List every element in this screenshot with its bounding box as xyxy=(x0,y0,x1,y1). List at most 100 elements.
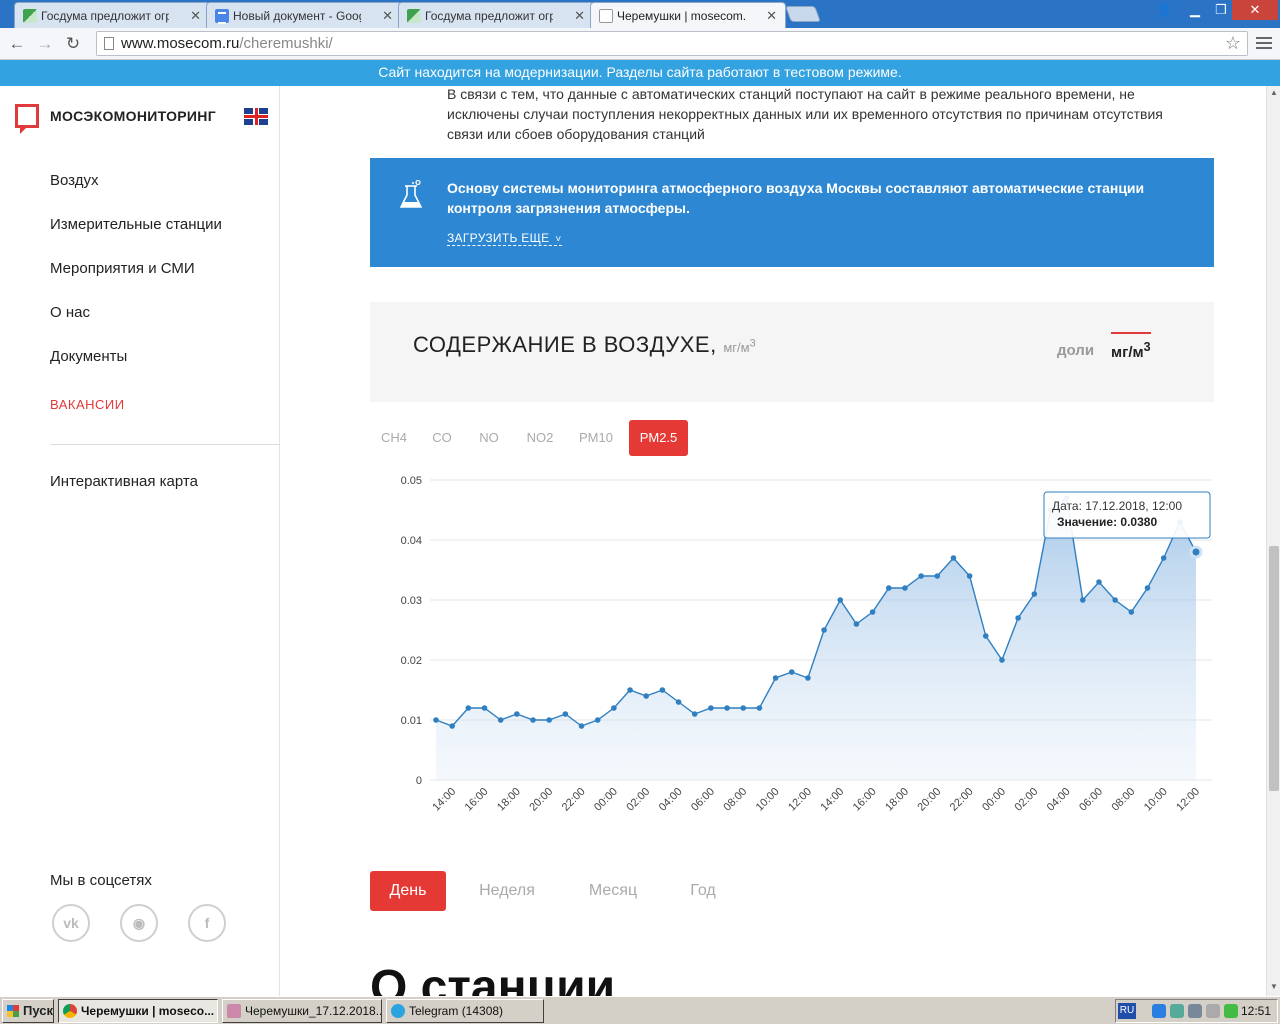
minimize-icon[interactable]: ▁ xyxy=(1182,0,1208,20)
x-tick-label: 06:00 xyxy=(689,786,717,814)
sidebar-item-vacancies[interactable]: ВАКАНСИИ xyxy=(50,397,125,412)
telegram-icon xyxy=(391,1004,405,1018)
x-tick-label: 04:00 xyxy=(1045,786,1073,814)
sync-icon[interactable] xyxy=(1188,1004,1202,1018)
data-point xyxy=(1189,545,1203,559)
unit-switch-mg[interactable]: мг/м3 xyxy=(1111,332,1151,361)
close-icon[interactable]: ✕ xyxy=(574,8,585,24)
data-point xyxy=(1112,597,1118,603)
y-tick-label: 0.04 xyxy=(401,535,422,547)
station-heading: О станции xyxy=(370,961,616,996)
tab-no[interactable]: NO xyxy=(469,420,509,456)
sidebar-item-events[interactable]: Мероприятия и СМИ xyxy=(50,260,195,277)
tab-pm10[interactable]: PM10 xyxy=(569,420,623,456)
tab-pm25[interactable]: PM2.5 xyxy=(629,420,688,456)
data-point xyxy=(934,573,941,579)
site-favicon-icon xyxy=(407,9,421,23)
taskbar-item-label: Черемушки | mosecо... xyxy=(81,1004,215,1018)
network-icon[interactable] xyxy=(1170,1004,1184,1018)
scroll-thumb[interactable] xyxy=(1269,546,1279,791)
period-day-button[interactable]: День xyxy=(370,871,446,911)
load-more-link[interactable]: ЗАГРУЗИТЬ ЕЩЕ ˅ xyxy=(447,231,562,246)
page-scrollbar[interactable]: ▲ ▼ xyxy=(1266,86,1280,996)
y-tick-label: 0.03 xyxy=(401,595,422,607)
volume-icon[interactable] xyxy=(1206,1004,1220,1018)
browser-tab-4[interactable]: Черемушки | mosecom.ru ✕ xyxy=(590,2,786,28)
sidebar-item-map[interactable]: Интерактивная карта xyxy=(50,473,198,490)
data-point xyxy=(1015,615,1021,621)
data-point xyxy=(837,597,844,603)
data-point xyxy=(643,693,650,699)
bookmark-star-icon[interactable]: ☆ xyxy=(1225,32,1241,55)
facebook-icon[interactable]: f xyxy=(188,904,226,942)
taskbar-item-telegram[interactable]: Telegram (14308) xyxy=(386,999,544,1023)
data-point xyxy=(514,711,520,717)
browser-tab-3[interactable]: Госдума предложит огран ✕ xyxy=(398,2,594,28)
vk-icon[interactable]: vk xyxy=(52,904,90,942)
browser-tab-2[interactable]: Новый документ - Google Д ✕ xyxy=(206,2,402,28)
reload-icon[interactable]: ↻ xyxy=(62,34,84,54)
utility-tray-icon[interactable] xyxy=(1224,1004,1238,1018)
close-icon[interactable]: ✕ xyxy=(766,8,777,24)
mosecom-logo-icon[interactable] xyxy=(15,104,39,134)
tab-no2[interactable]: NO2 xyxy=(518,420,562,456)
data-point xyxy=(756,705,763,711)
chrome-icon xyxy=(63,1004,77,1018)
period-year-button[interactable]: Год xyxy=(680,871,726,911)
data-point xyxy=(724,705,730,711)
new-tab-button[interactable] xyxy=(785,6,821,22)
language-indicator[interactable]: RU xyxy=(1118,1003,1136,1019)
data-point xyxy=(885,585,892,591)
taskbar-item-chrome[interactable]: Черемушки | mosecо... xyxy=(58,999,218,1023)
browser-tab-1[interactable]: Госдума предложит огран ✕ xyxy=(14,2,210,28)
data-point xyxy=(821,627,827,633)
x-tick-label: 10:00 xyxy=(754,786,782,814)
start-button[interactable]: Пуск xyxy=(2,999,54,1023)
data-point xyxy=(869,609,876,615)
restore-icon[interactable]: ❐ xyxy=(1208,0,1234,20)
tab-co[interactable]: CO xyxy=(423,420,461,456)
close-icon[interactable]: ✕ xyxy=(382,8,393,24)
logo-text[interactable]: МОСЭКОМОНИТОРИНГ xyxy=(50,108,216,124)
data-point xyxy=(562,711,569,717)
data-point xyxy=(611,705,617,711)
load-more-label: ЗАГРУЗИТЬ ЕЩЕ xyxy=(447,231,550,245)
forward-icon[interactable]: → xyxy=(34,34,56,54)
x-tick-label: 04:00 xyxy=(657,786,685,814)
tab-title: Госдума предложит огран xyxy=(425,8,553,23)
browser-toolbar: ← → ↻ www.mosecom.ru/cheremushki/ ☆ xyxy=(0,28,1280,60)
tab-title: Госдума предложит огран xyxy=(41,8,169,23)
data-point xyxy=(853,621,860,627)
uk-flag-icon[interactable] xyxy=(244,108,268,125)
x-tick-label: 18:00 xyxy=(883,786,911,814)
chrome-tray-icon[interactable] xyxy=(1152,1004,1166,1018)
social-title: Мы в соцсетях xyxy=(50,872,152,889)
data-point xyxy=(999,657,1005,663)
browser-menu-icon[interactable] xyxy=(1256,34,1272,52)
period-week-button[interactable]: Неделя xyxy=(466,871,548,911)
data-point xyxy=(530,717,536,723)
back-icon[interactable]: ← xyxy=(6,34,28,54)
tab-ch4[interactable]: CH4 xyxy=(372,420,416,456)
scroll-down-icon[interactable]: ▼ xyxy=(1267,980,1280,994)
taskbar-item-image[interactable]: Черемушки_17.12.2018... xyxy=(222,999,382,1023)
data-point xyxy=(966,573,973,579)
address-bar[interactable]: www.mosecom.ru/cheremushki/ ☆ xyxy=(96,31,1248,56)
x-tick-label: 14:00 xyxy=(430,786,458,814)
period-month-button[interactable]: Месяц xyxy=(578,871,648,911)
sidebar-item-documents[interactable]: Документы xyxy=(50,348,127,365)
sidebar-item-stations[interactable]: Измерительные станции xyxy=(50,216,222,233)
odnoklassniki-icon[interactable]: ◉ xyxy=(120,904,158,942)
scroll-up-icon[interactable]: ▲ xyxy=(1267,86,1280,100)
sidebar-item-air[interactable]: Воздух xyxy=(50,172,98,189)
window-close-icon[interactable]: ✕ xyxy=(1232,0,1278,20)
unit-switch-shares[interactable]: доли xyxy=(1057,342,1094,359)
sidebar-item-about[interactable]: О нас xyxy=(50,304,90,321)
data-point xyxy=(675,699,682,705)
close-icon[interactable]: ✕ xyxy=(190,8,201,24)
data-point xyxy=(1031,591,1038,597)
flask-icon xyxy=(400,180,422,208)
user-icon[interactable]: 👤 xyxy=(1152,0,1178,20)
x-tick-label: 22:00 xyxy=(560,786,588,814)
y-tick-label: 0.02 xyxy=(401,655,422,667)
